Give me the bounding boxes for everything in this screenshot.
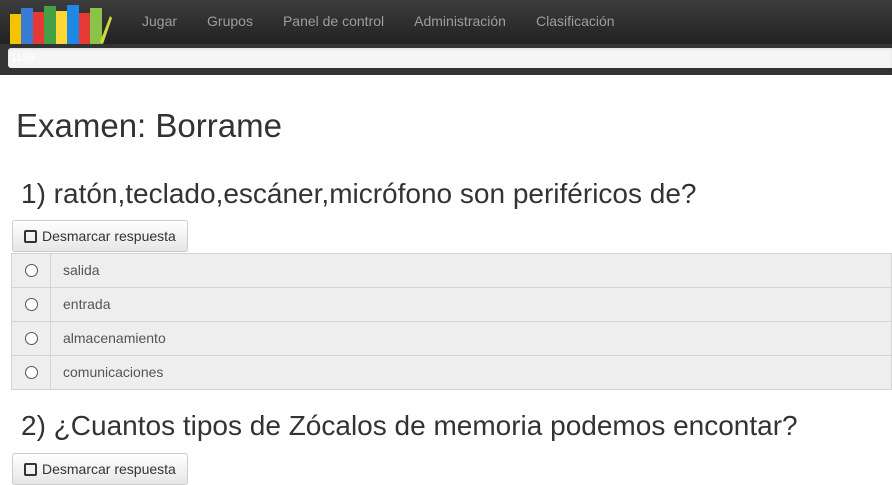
- clear-answer-label: Desmarcar respuesta: [42, 461, 176, 477]
- nav-link-administracion[interactable]: Administración: [399, 0, 521, 44]
- square-icon: [24, 229, 37, 243]
- radio-button[interactable]: [24, 264, 38, 277]
- option-comunicaciones[interactable]: comunicaciones: [11, 355, 892, 390]
- radio-cell: [12, 356, 51, 389]
- books-logo-icon[interactable]: [10, 2, 112, 44]
- nav-link-jugar[interactable]: Jugar: [127, 0, 192, 44]
- page-title: Examen: Borrame: [16, 107, 282, 144]
- nav-links: Jugar Grupos Panel de control Administra…: [127, 0, 630, 44]
- navbar: Jugar Grupos Panel de control Administra…: [0, 0, 892, 44]
- radio-cell: [12, 254, 51, 287]
- option-label: comunicaciones: [63, 364, 164, 380]
- nav-link-grupos[interactable]: Grupos: [192, 0, 268, 44]
- option-label: almacenamiento: [63, 330, 166, 346]
- progress-text: 1198: [11, 52, 35, 64]
- nav-link-clasificacion[interactable]: Clasificación: [521, 0, 630, 44]
- option-almacenamiento[interactable]: almacenamiento: [11, 321, 892, 355]
- radio-button[interactable]: [24, 298, 38, 311]
- radio-cell: [12, 288, 51, 321]
- radio-button[interactable]: [24, 366, 38, 379]
- question-2-title: 2) ¿Cuantos tipos de Zócalos de memoria …: [21, 410, 798, 441]
- nav-link-panel-de-control[interactable]: Panel de control: [268, 0, 399, 44]
- clear-answer-label: Desmarcar respuesta: [42, 228, 176, 244]
- progress-area: 1198: [0, 44, 892, 75]
- square-icon: [24, 462, 37, 476]
- option-label: salida: [63, 262, 100, 278]
- progress-track: 1198: [8, 48, 892, 68]
- radio-button[interactable]: [24, 332, 38, 345]
- clear-answer-button-1[interactable]: Desmarcar respuesta: [12, 220, 188, 252]
- clear-answer-button-2[interactable]: Desmarcar respuesta: [12, 453, 188, 485]
- radio-cell: [12, 322, 51, 355]
- option-label: entrada: [63, 296, 111, 312]
- option-entrada[interactable]: entrada: [11, 287, 892, 321]
- question-1-options: salida entrada almacenamiento comunicaci…: [11, 253, 892, 390]
- question-1-title: 1) ratón,teclado,escáner,micrófono son p…: [21, 178, 697, 209]
- option-salida[interactable]: salida: [11, 253, 892, 287]
